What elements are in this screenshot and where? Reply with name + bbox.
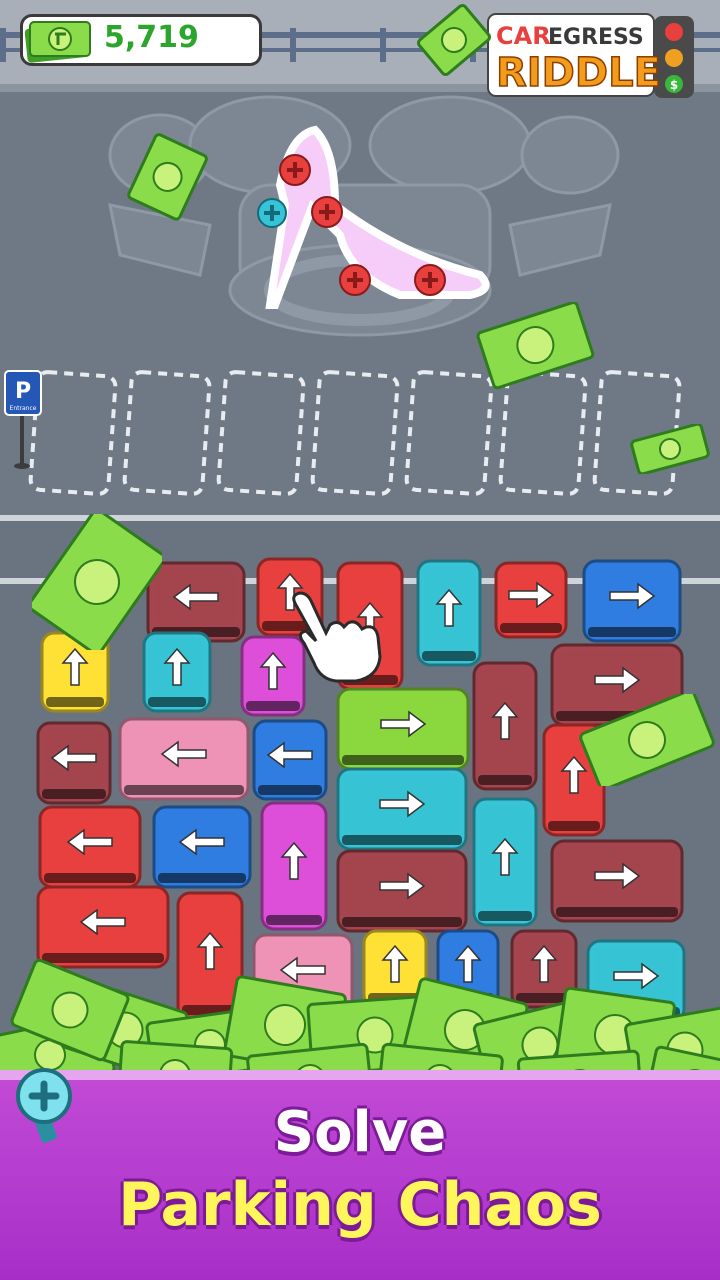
screw-icon[interactable] <box>414 264 446 296</box>
bus-maroon-up[interactable] <box>472 661 538 791</box>
parking-slot <box>310 370 400 496</box>
logo-dollar: $ <box>670 78 678 92</box>
bus-red-left[interactable] <box>38 805 142 889</box>
flying-cash-icon <box>32 514 162 650</box>
screw-icon[interactable] <box>279 154 311 186</box>
vehicle-windows <box>342 917 462 927</box>
flying-cash-icon <box>417 3 491 77</box>
car-blue-left[interactable] <box>252 719 328 801</box>
vehicle-windows <box>158 873 246 883</box>
screw-icon[interactable] <box>257 198 287 228</box>
parking-slot <box>122 370 212 496</box>
parking-slot <box>216 370 306 496</box>
headline-line-2: Parking Chaos <box>118 1170 602 1240</box>
vehicle-windows <box>422 651 476 661</box>
vehicle-windows <box>500 623 562 633</box>
vehicle-windows <box>478 911 532 921</box>
flying-cash-icon <box>127 133 208 221</box>
bus-green-right[interactable] <box>336 687 470 771</box>
logo-car: CAR <box>496 22 551 50</box>
car-maroon-left[interactable] <box>36 721 112 805</box>
sign-letter: P <box>15 379 31 404</box>
vehicle-windows <box>588 627 676 637</box>
logo-egress: EGRESS <box>548 25 644 50</box>
car-red-right[interactable] <box>494 561 568 639</box>
vehicle-windows <box>124 785 244 795</box>
vehicle-windows <box>258 785 322 795</box>
parking-slots <box>28 370 682 496</box>
vehicle-windows <box>42 789 106 799</box>
vehicle-windows <box>342 835 462 845</box>
banner-edge <box>0 1070 720 1080</box>
coin-value: 5,719 <box>104 20 199 55</box>
bus-cyan-right[interactable] <box>336 767 468 851</box>
sign-caption: Entrance <box>10 405 37 412</box>
vehicle-windows <box>148 697 206 707</box>
headline-line-1: Solve <box>273 1100 447 1165</box>
vehicle-windows <box>556 907 678 917</box>
flying-cash-icon <box>630 424 710 474</box>
bus-maroon-right-2[interactable] <box>550 839 684 923</box>
screw-icon[interactable] <box>339 264 371 296</box>
bus-blue-right[interactable] <box>582 559 682 643</box>
bus-magenta-up[interactable] <box>260 801 328 931</box>
bus-maroon-right-3[interactable] <box>336 849 468 933</box>
bus-pink-left[interactable] <box>118 717 250 801</box>
vehicle-windows <box>46 697 104 707</box>
bus-maroon-left[interactable] <box>146 561 246 643</box>
vehicle-windows <box>342 755 464 765</box>
tap-hand-icon <box>292 591 382 683</box>
parking-entrance-sign: P Entrance <box>4 370 42 469</box>
flying-cash-icon <box>579 694 715 786</box>
game-logo: $ CAR EGRESS RIDDLE <box>486 10 700 98</box>
bus-cyan-up-2[interactable] <box>472 797 538 927</box>
vehicle-windows <box>246 701 300 711</box>
screw-icon[interactable] <box>311 196 343 228</box>
bus-blue-left[interactable] <box>152 805 252 889</box>
vehicle-windows <box>44 873 136 883</box>
vehicle-windows <box>478 775 532 785</box>
vehicle-windows <box>548 821 600 831</box>
parking-slot <box>28 370 118 496</box>
flying-cash-icon <box>476 302 595 390</box>
logo-riddle: RIDDLE <box>496 50 661 96</box>
cash-icon <box>24 21 91 63</box>
bus-cyan-up[interactable] <box>416 559 482 667</box>
vehicle-windows <box>266 915 322 925</box>
